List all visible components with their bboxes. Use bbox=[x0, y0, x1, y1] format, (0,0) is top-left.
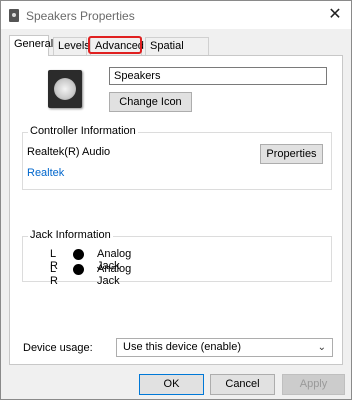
close-button[interactable]: ✕ bbox=[323, 3, 347, 27]
jack-information-group: Jack Information bbox=[22, 229, 332, 282]
general-tab-panel: Change Icon Controller Information Realt… bbox=[9, 55, 343, 365]
tab-spatial-sound[interactable]: Spatial sound bbox=[145, 37, 209, 69]
apply-button[interactable]: Apply bbox=[282, 374, 345, 395]
controller-name: Realtek(R) Audio bbox=[27, 146, 111, 158]
jack-dot-icon bbox=[73, 249, 84, 260]
speakers-properties-dialog: Speakers Properties ✕ General Levels Adv… bbox=[0, 0, 352, 400]
controller-information-title: Controller Information bbox=[28, 125, 138, 137]
device-usage-select[interactable]: Use this device (enable) ⌄ bbox=[116, 338, 333, 357]
jack-dot-icon bbox=[73, 264, 84, 275]
jack-information-title: Jack Information bbox=[28, 229, 113, 241]
speaker-device-icon bbox=[48, 70, 82, 108]
speaker-cone bbox=[54, 78, 76, 100]
device-usage-label: Device usage: bbox=[23, 342, 93, 354]
jack-channels: L R bbox=[50, 263, 58, 287]
cancel-button[interactable]: Cancel bbox=[210, 374, 275, 395]
title-bar: Speakers Properties ✕ bbox=[1, 1, 351, 29]
chevron-down-icon: ⌄ bbox=[317, 342, 326, 353]
tab-advanced[interactable]: Advanced bbox=[90, 37, 144, 55]
window-title: Speakers Properties bbox=[26, 9, 135, 23]
jack-label: Analog Jack bbox=[97, 263, 132, 287]
device-usage-value: Use this device (enable) bbox=[123, 341, 242, 353]
change-icon-button[interactable]: Change Icon bbox=[109, 92, 192, 112]
ok-button[interactable]: OK bbox=[139, 374, 204, 395]
tab-general[interactable]: General bbox=[9, 35, 53, 56]
device-name-input[interactable] bbox=[109, 67, 327, 85]
tab-levels[interactable]: Levels bbox=[53, 37, 90, 55]
controller-properties-button[interactable]: Properties bbox=[260, 144, 323, 164]
realtek-link[interactable]: Realtek bbox=[27, 167, 64, 179]
speaker-icon bbox=[9, 9, 19, 22]
